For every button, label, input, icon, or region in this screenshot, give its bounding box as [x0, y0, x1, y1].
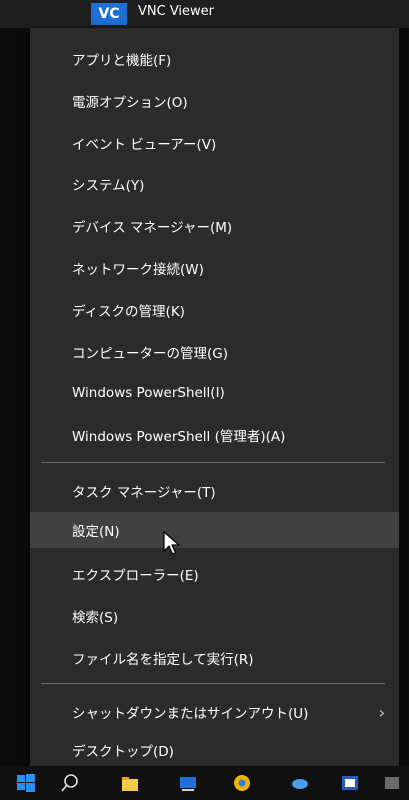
menu-item-file-explorer[interactable]: エクスプローラー(E)	[30, 556, 399, 592]
app2-icon[interactable]	[382, 773, 402, 793]
menu-item-settings[interactable]: 設定(N)	[30, 512, 399, 548]
menu-item-system[interactable]: システム(Y)	[30, 166, 399, 202]
word-icon[interactable]	[340, 773, 360, 793]
menu-item-powershell-admin[interactable]: Windows PowerShell (管理者)(A)	[30, 417, 399, 453]
menu-item-label: シャットダウンまたはサインアウト(U)	[72, 706, 309, 722]
menu-item-disk-management[interactable]: ディスクの管理(K)	[30, 292, 399, 328]
app-icon[interactable]	[290, 773, 310, 793]
menu-separator	[41, 683, 385, 684]
menu-item-network-connections[interactable]: ネットワーク接続(W)	[30, 250, 399, 286]
winx-context-menu: アプリと機能(F) 電源オプション(O) イベント ビューアー(V) システム(…	[30, 28, 399, 766]
menu-item-search[interactable]: 検索(S)	[30, 598, 399, 634]
menu-item-event-viewer[interactable]: イベント ビューアー(V)	[30, 125, 399, 161]
start-icon[interactable]	[16, 773, 36, 793]
mouse-cursor-icon	[163, 531, 180, 555]
menu-item-shutdown-signout[interactable]: シャットダウンまたはサインアウト(U) ›	[30, 694, 399, 730]
desktop-icon[interactable]	[178, 773, 198, 793]
menu-item-desktop[interactable]: デスクトップ(D)	[30, 732, 399, 768]
menu-separator	[41, 462, 385, 463]
menu-item-task-manager[interactable]: タスク マネージャー(T)	[30, 473, 399, 509]
taskbar	[0, 766, 409, 800]
menu-item-device-manager[interactable]: デバイス マネージャー(M)	[30, 208, 399, 244]
menu-item-run[interactable]: ファイル名を指定して実行(R)	[30, 640, 399, 676]
menu-item-computer-management[interactable]: コンピューターの管理(G)	[30, 334, 399, 370]
search-icon[interactable]	[60, 773, 80, 793]
file-explorer-icon[interactable]	[120, 773, 140, 793]
chrome-icon[interactable]	[232, 773, 252, 793]
menu-item-apps-features[interactable]: アプリと機能(F)	[30, 41, 399, 77]
menu-item-power-options[interactable]: 電源オプション(O)	[30, 83, 399, 119]
vnc-logo: VC	[91, 3, 127, 25]
menu-item-powershell[interactable]: Windows PowerShell(I)	[30, 375, 399, 411]
vnc-window-title: VNC Viewer	[138, 4, 215, 19]
background-window-titlebar: VC VNC Viewer	[0, 0, 409, 28]
chevron-right-icon: ›	[378, 703, 385, 722]
